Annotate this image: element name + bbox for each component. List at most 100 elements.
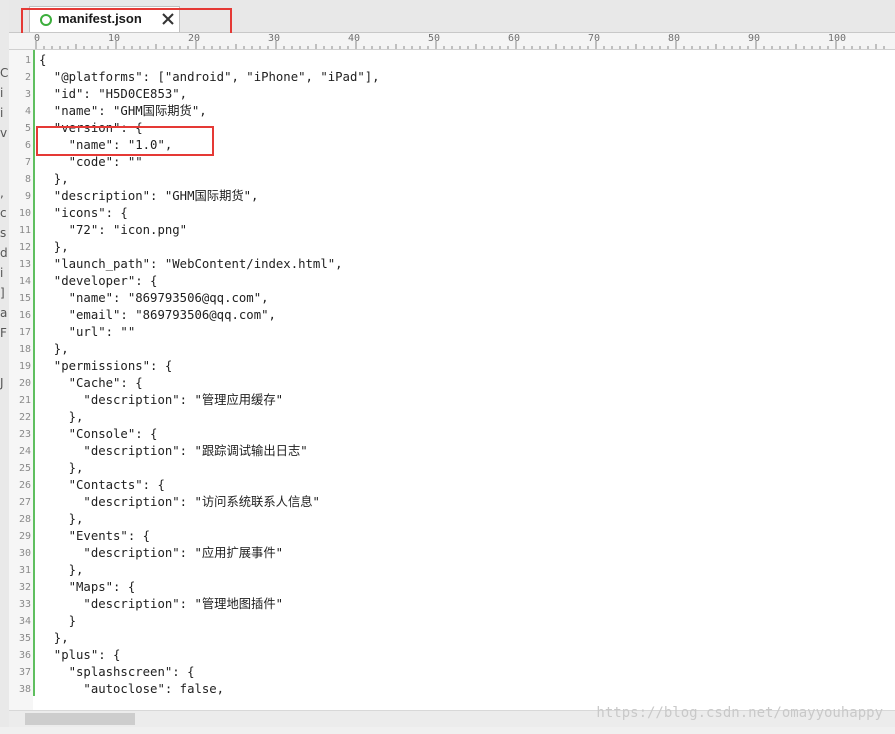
code-line[interactable]: "description": "应用扩展事件" — [39, 545, 283, 562]
code-line[interactable]: "icons": { — [39, 205, 128, 222]
code-line[interactable]: "@platforms": ["android", "iPhone", "iPa… — [39, 69, 380, 86]
watermark: https://blog.csdn.net/omayyouhappy — [596, 705, 883, 721]
code-line[interactable]: "description": "管理应用缓存" — [39, 392, 283, 409]
close-icon[interactable] — [160, 11, 176, 27]
line-number: 28 — [18, 514, 31, 525]
code-line[interactable]: "plus": { — [39, 647, 121, 664]
change-indicator-bar — [33, 50, 35, 696]
side-panel-char: i — [0, 86, 4, 100]
code-line[interactable]: "code": "" — [39, 154, 143, 171]
code-line[interactable]: "Events": { — [39, 528, 150, 545]
line-number: 27 — [18, 497, 31, 508]
code-line[interactable]: "description": "访问系统联系人信息" — [39, 494, 320, 511]
column-ruler: 0 10 20 30 40 50 60 70 80 90 100 — [9, 33, 895, 50]
line-number: 4 — [24, 106, 31, 117]
line-number: 19 — [18, 361, 31, 372]
line-number: 1 — [24, 55, 31, 66]
code-line[interactable]: "description": "管理地图插件" — [39, 596, 283, 613]
line-number: 30 — [18, 548, 31, 559]
code-line[interactable]: "email": "869793506@qq.com", — [39, 307, 276, 324]
code-line[interactable]: }, — [39, 409, 84, 426]
line-number: 18 — [18, 344, 31, 355]
code-line[interactable]: "name": "1.0", — [39, 137, 173, 154]
side-panel-char: c — [0, 206, 7, 220]
code-line[interactable]: "description": "GHM国际期货", — [39, 188, 259, 205]
code-line[interactable]: "splashscreen": { — [39, 664, 195, 681]
ruler-label: 50 — [428, 33, 441, 44]
code-line[interactable]: "id": "H5D0CE853", — [39, 86, 187, 103]
line-number: 33 — [18, 599, 31, 610]
code-line[interactable]: "Maps": { — [39, 579, 136, 596]
ruler-label: 70 — [588, 33, 601, 44]
tab-title: manifest.json — [58, 11, 142, 26]
line-number: 2 — [24, 72, 31, 83]
line-number: 32 — [18, 582, 31, 593]
line-number: 23 — [18, 429, 31, 440]
code-line[interactable]: "name": "GHM国际期货", — [39, 103, 207, 120]
code-line[interactable]: }, — [39, 562, 84, 579]
code-line[interactable]: }, — [39, 239, 69, 256]
side-panel-char: , — [0, 186, 4, 200]
code-line[interactable]: "Cache": { — [39, 375, 143, 392]
side-panel-char: s — [0, 226, 7, 240]
code-line[interactable]: }, — [39, 341, 69, 358]
code-line[interactable]: }, — [39, 460, 84, 477]
code-line[interactable]: "name": "869793506@qq.com", — [39, 290, 269, 307]
line-number: 29 — [18, 531, 31, 542]
line-number: 37 — [18, 667, 31, 678]
code-line[interactable]: "launch_path": "WebContent/index.html", — [39, 256, 343, 273]
file-status-icon — [40, 14, 52, 26]
line-number: 34 — [18, 616, 31, 627]
scrollbar-thumb[interactable] — [25, 713, 135, 725]
code-line[interactable]: "developer": { — [39, 273, 158, 290]
line-number: 5 — [24, 123, 31, 134]
code-line[interactable]: { — [39, 52, 46, 69]
line-number: 13 — [18, 259, 31, 270]
ruler-label: 80 — [668, 33, 681, 44]
code-line[interactable]: }, — [39, 171, 69, 188]
line-number: 10 — [18, 208, 31, 219]
side-panel-char: v — [0, 126, 8, 140]
side-panel-char: a — [0, 306, 8, 320]
code-line[interactable]: "url": "" — [39, 324, 136, 341]
line-number: 22 — [18, 412, 31, 423]
code-line[interactable]: "version": { — [39, 120, 143, 137]
line-number: 21 — [18, 395, 31, 406]
ruler-label: 0 — [34, 33, 41, 44]
ruler-label: 100 — [828, 33, 847, 44]
line-number: 12 — [18, 242, 31, 253]
code-line[interactable]: }, — [39, 630, 69, 647]
code-line[interactable]: "72": "icon.png" — [39, 222, 187, 239]
code-line[interactable]: "description": "跟踪调试输出日志" — [39, 443, 307, 460]
code-line[interactable]: } — [39, 613, 76, 630]
line-number: 15 — [18, 293, 31, 304]
line-number: 35 — [18, 633, 31, 644]
side-panel-char: ] — [0, 286, 5, 300]
code-line[interactable]: }, — [39, 511, 84, 528]
side-panel-char: d — [0, 246, 8, 260]
side-panel-char: C — [0, 66, 9, 80]
ruler-label: 90 — [748, 33, 761, 44]
line-number: 14 — [18, 276, 31, 287]
code-line[interactable]: "autoclose": false, — [39, 681, 224, 698]
code-line[interactable]: "permissions": { — [39, 358, 172, 375]
ruler-label: 20 — [188, 33, 201, 44]
line-number: 24 — [18, 446, 31, 457]
tab-manifest-json[interactable]: manifest.json — [29, 6, 180, 32]
line-number: 3 — [24, 89, 31, 100]
line-number: 25 — [18, 463, 31, 474]
ruler-label: 40 — [348, 33, 361, 44]
tab-bar: manifest.json — [9, 0, 895, 33]
line-number: 26 — [18, 480, 31, 491]
line-number: 31 — [18, 565, 31, 576]
ruler-label: 10 — [108, 33, 121, 44]
code-line[interactable]: "Console": { — [39, 426, 158, 443]
ruler-ticks — [35, 41, 885, 49]
code-line[interactable]: "Contacts": { — [39, 477, 165, 494]
line-number: 6 — [24, 140, 31, 151]
side-panel-char: F — [0, 326, 7, 340]
status-strip — [0, 727, 895, 734]
side-panel-char: i — [0, 266, 4, 280]
ruler-label: 60 — [508, 33, 521, 44]
line-number: 20 — [18, 378, 31, 389]
